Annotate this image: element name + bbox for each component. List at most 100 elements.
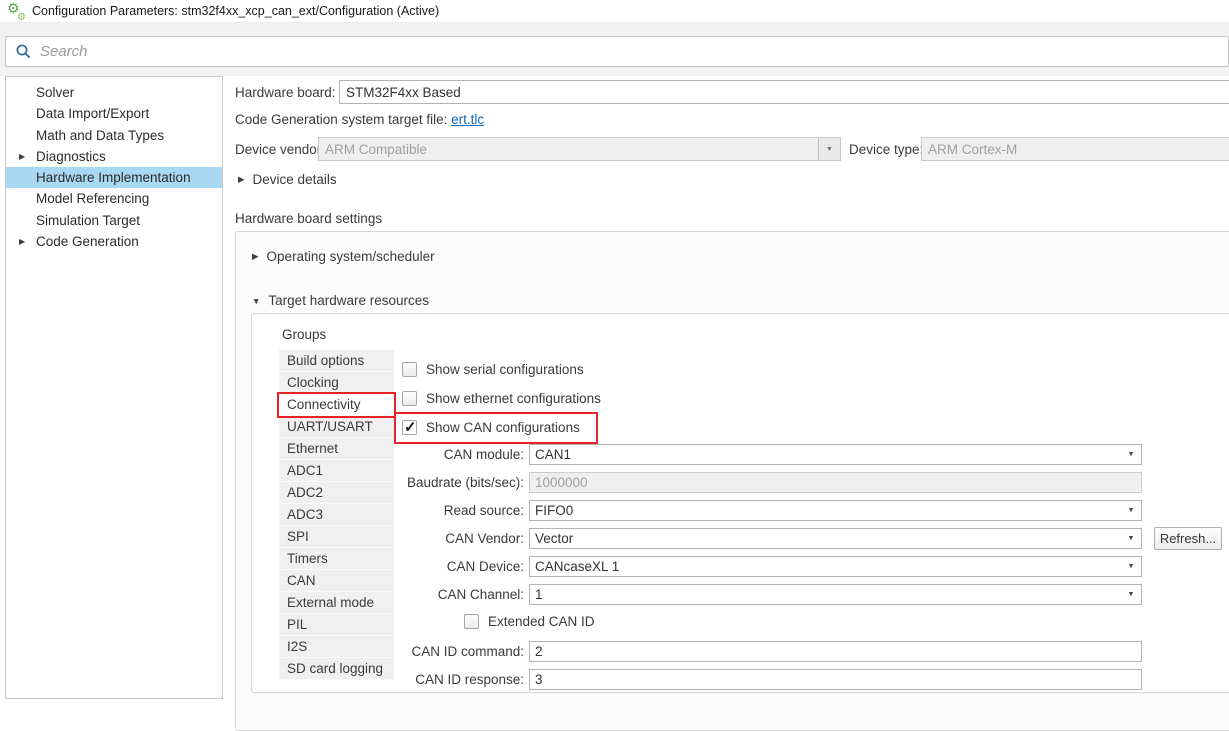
sidebar-item-label: Model Referencing	[36, 191, 149, 206]
read-source-value: FIFO0	[535, 503, 573, 518]
extended-can-id-checkbox[interactable]	[464, 614, 479, 629]
search-box[interactable]	[5, 36, 1229, 67]
can-id-response-label: CAN ID response:	[392, 672, 524, 687]
groups-heading: Groups	[282, 327, 326, 342]
baudrate-row: Baudrate (bits/sec): 1000000	[392, 472, 1142, 493]
group-item-build-options[interactable]: Build options	[279, 350, 394, 372]
group-item-clocking[interactable]: Clocking	[279, 372, 394, 394]
window-title: Configuration Parameters: stm32f4xx_xcp_…	[32, 4, 439, 18]
can-id-response-row: CAN ID response:	[392, 669, 1142, 690]
window-titlebar: ⚙ ⚙ Configuration Parameters: stm32f4xx_…	[0, 0, 1229, 23]
sidebar-item-data-import-export[interactable]: Data Import/Export	[6, 103, 222, 124]
can-channel-value: 1	[535, 587, 543, 602]
sidebar-item-label: Diagnostics	[36, 149, 106, 164]
search-input[interactable]	[40, 37, 1228, 66]
refresh-button[interactable]: Refresh...	[1154, 527, 1222, 550]
show-ethernet-configurations-row: Show ethernet configurations	[402, 390, 601, 407]
device-type-value: ARM Cortex-M	[928, 142, 1017, 157]
dropdown-arrow-icon[interactable]: ▼	[1121, 529, 1141, 548]
sidebar-item-code-generation[interactable]: ▶ Code Generation	[6, 231, 222, 252]
dropdown-arrow-icon[interactable]: ▼	[1121, 501, 1141, 520]
sidebar-item-diagnostics[interactable]: ▶ Diagnostics	[6, 146, 222, 167]
group-item-sd-card-logging[interactable]: SD card logging	[279, 658, 394, 680]
hardware-board-field[interactable]: STM32F4xx Based	[339, 80, 1229, 104]
can-id-command-row: CAN ID command:	[392, 641, 1142, 662]
can-device-dropdown[interactable]: CANcaseXL 1 ▼	[529, 556, 1142, 577]
board-settings-panel: ▶ Operating system/scheduler ▼ Target ha…	[235, 231, 1229, 731]
can-vendor-value: Vector	[535, 531, 573, 546]
target-hw-resources-label: Target hardware resources	[268, 293, 429, 308]
can-channel-dropdown[interactable]: 1 ▼	[529, 584, 1142, 605]
target-hw-resources-expander[interactable]: ▼ Target hardware resources	[252, 293, 429, 308]
can-id-command-input[interactable]	[529, 641, 1142, 662]
can-device-label: CAN Device:	[392, 559, 524, 574]
group-item-timers[interactable]: Timers	[279, 548, 394, 570]
group-item-adc3[interactable]: ADC3	[279, 504, 394, 526]
can-module-dropdown[interactable]: CAN1 ▼	[529, 444, 1142, 465]
hardware-board-value: STM32F4xx Based	[346, 85, 461, 100]
target-file-link[interactable]: ert.tlc	[451, 112, 484, 127]
target-file-label: Code Generation system target file:	[235, 112, 447, 127]
show-ethernet-configurations-checkbox[interactable]	[402, 391, 417, 406]
collapse-arrow-icon: ▼	[252, 296, 260, 306]
sidebar-item-model-referencing[interactable]: Model Referencing	[6, 188, 222, 209]
groups-list: Build options Clocking Connectivity UART…	[279, 350, 394, 680]
device-details-expander[interactable]: ▶ Device details	[238, 172, 337, 187]
dropdown-arrow-icon[interactable]: ▼	[1121, 557, 1141, 576]
dropdown-arrow-icon[interactable]: ▼	[1121, 585, 1141, 604]
sidebar-item-hardware-implementation[interactable]: Hardware Implementation	[6, 167, 222, 188]
group-item-adc1[interactable]: ADC1	[279, 460, 394, 482]
expand-arrow-icon[interactable]: ▶	[19, 146, 25, 167]
read-source-dropdown[interactable]: FIFO0 ▼	[529, 500, 1142, 521]
can-module-label: CAN module:	[392, 447, 524, 462]
group-item-connectivity[interactable]: Connectivity	[279, 394, 394, 416]
show-serial-configurations-checkbox[interactable]	[402, 362, 417, 377]
sidebar-item-math-and-data-types[interactable]: Math and Data Types	[6, 125, 222, 146]
device-vendor-value: ARM Compatible	[325, 142, 427, 157]
baudrate-label: Baudrate (bits/sec):	[392, 475, 524, 490]
sidebar-item-label: Data Import/Export	[36, 106, 149, 121]
os-scheduler-expander[interactable]: ▶ Operating system/scheduler	[252, 249, 435, 264]
group-item-spi[interactable]: SPI	[279, 526, 394, 548]
checkbox-label: Show serial configurations	[426, 362, 584, 377]
show-can-configurations-checkbox[interactable]	[402, 420, 417, 435]
read-source-label: Read source:	[392, 503, 524, 518]
expand-arrow-icon: ▶	[252, 251, 259, 262]
dropdown-arrow-icon: ▼	[818, 138, 840, 160]
can-channel-label: CAN Channel:	[392, 587, 524, 602]
can-id-command-label: CAN ID command:	[392, 644, 524, 659]
can-module-value: CAN1	[535, 447, 571, 462]
baudrate-field: 1000000	[529, 472, 1142, 493]
sidebar-item-label: Hardware Implementation	[36, 170, 191, 185]
checkbox-label: Show CAN configurations	[426, 420, 580, 435]
group-item-external-mode[interactable]: External mode	[279, 592, 394, 614]
group-item-ethernet[interactable]: Ethernet	[279, 438, 394, 460]
checkbox-label: Extended CAN ID	[488, 614, 595, 629]
can-device-value: CANcaseXL 1	[535, 559, 619, 574]
sidebar-item-label: Code Generation	[36, 234, 139, 249]
can-vendor-dropdown[interactable]: Vector ▼	[529, 528, 1142, 549]
device-type-field: ARM Cortex-M	[921, 137, 1229, 161]
target-hw-resources-panel: Groups Build options Clocking Connectivi…	[251, 313, 1229, 693]
dropdown-arrow-icon[interactable]: ▼	[1121, 445, 1141, 464]
sidebar-item-solver[interactable]: Solver	[6, 82, 222, 103]
group-item-i2s[interactable]: I2S	[279, 636, 394, 658]
device-details-label: Device details	[253, 172, 337, 187]
device-type-label: Device type:	[849, 142, 923, 157]
show-can-configurations-row: Show CAN configurations	[402, 419, 580, 436]
group-item-pil[interactable]: PIL	[279, 614, 394, 636]
device-vendor-label: Device vendor:	[235, 142, 325, 157]
group-item-can[interactable]: CAN	[279, 570, 394, 592]
checkbox-label: Show ethernet configurations	[426, 391, 601, 406]
group-item-uart-usart[interactable]: UART/USART	[279, 416, 394, 438]
sidebar-tree: Solver Data Import/Export Math and Data …	[5, 76, 223, 699]
sidebar-item-label: Math and Data Types	[36, 128, 164, 143]
expand-arrow-icon[interactable]: ▶	[19, 231, 25, 252]
baudrate-value: 1000000	[535, 475, 588, 490]
sidebar-item-simulation-target[interactable]: Simulation Target	[6, 210, 222, 231]
magnifier-icon	[15, 43, 32, 60]
show-serial-configurations-row: Show serial configurations	[402, 361, 584, 378]
can-id-response-input[interactable]	[529, 669, 1142, 690]
target-file-row: Code Generation system target file: ert.…	[235, 112, 484, 127]
group-item-adc2[interactable]: ADC2	[279, 482, 394, 504]
